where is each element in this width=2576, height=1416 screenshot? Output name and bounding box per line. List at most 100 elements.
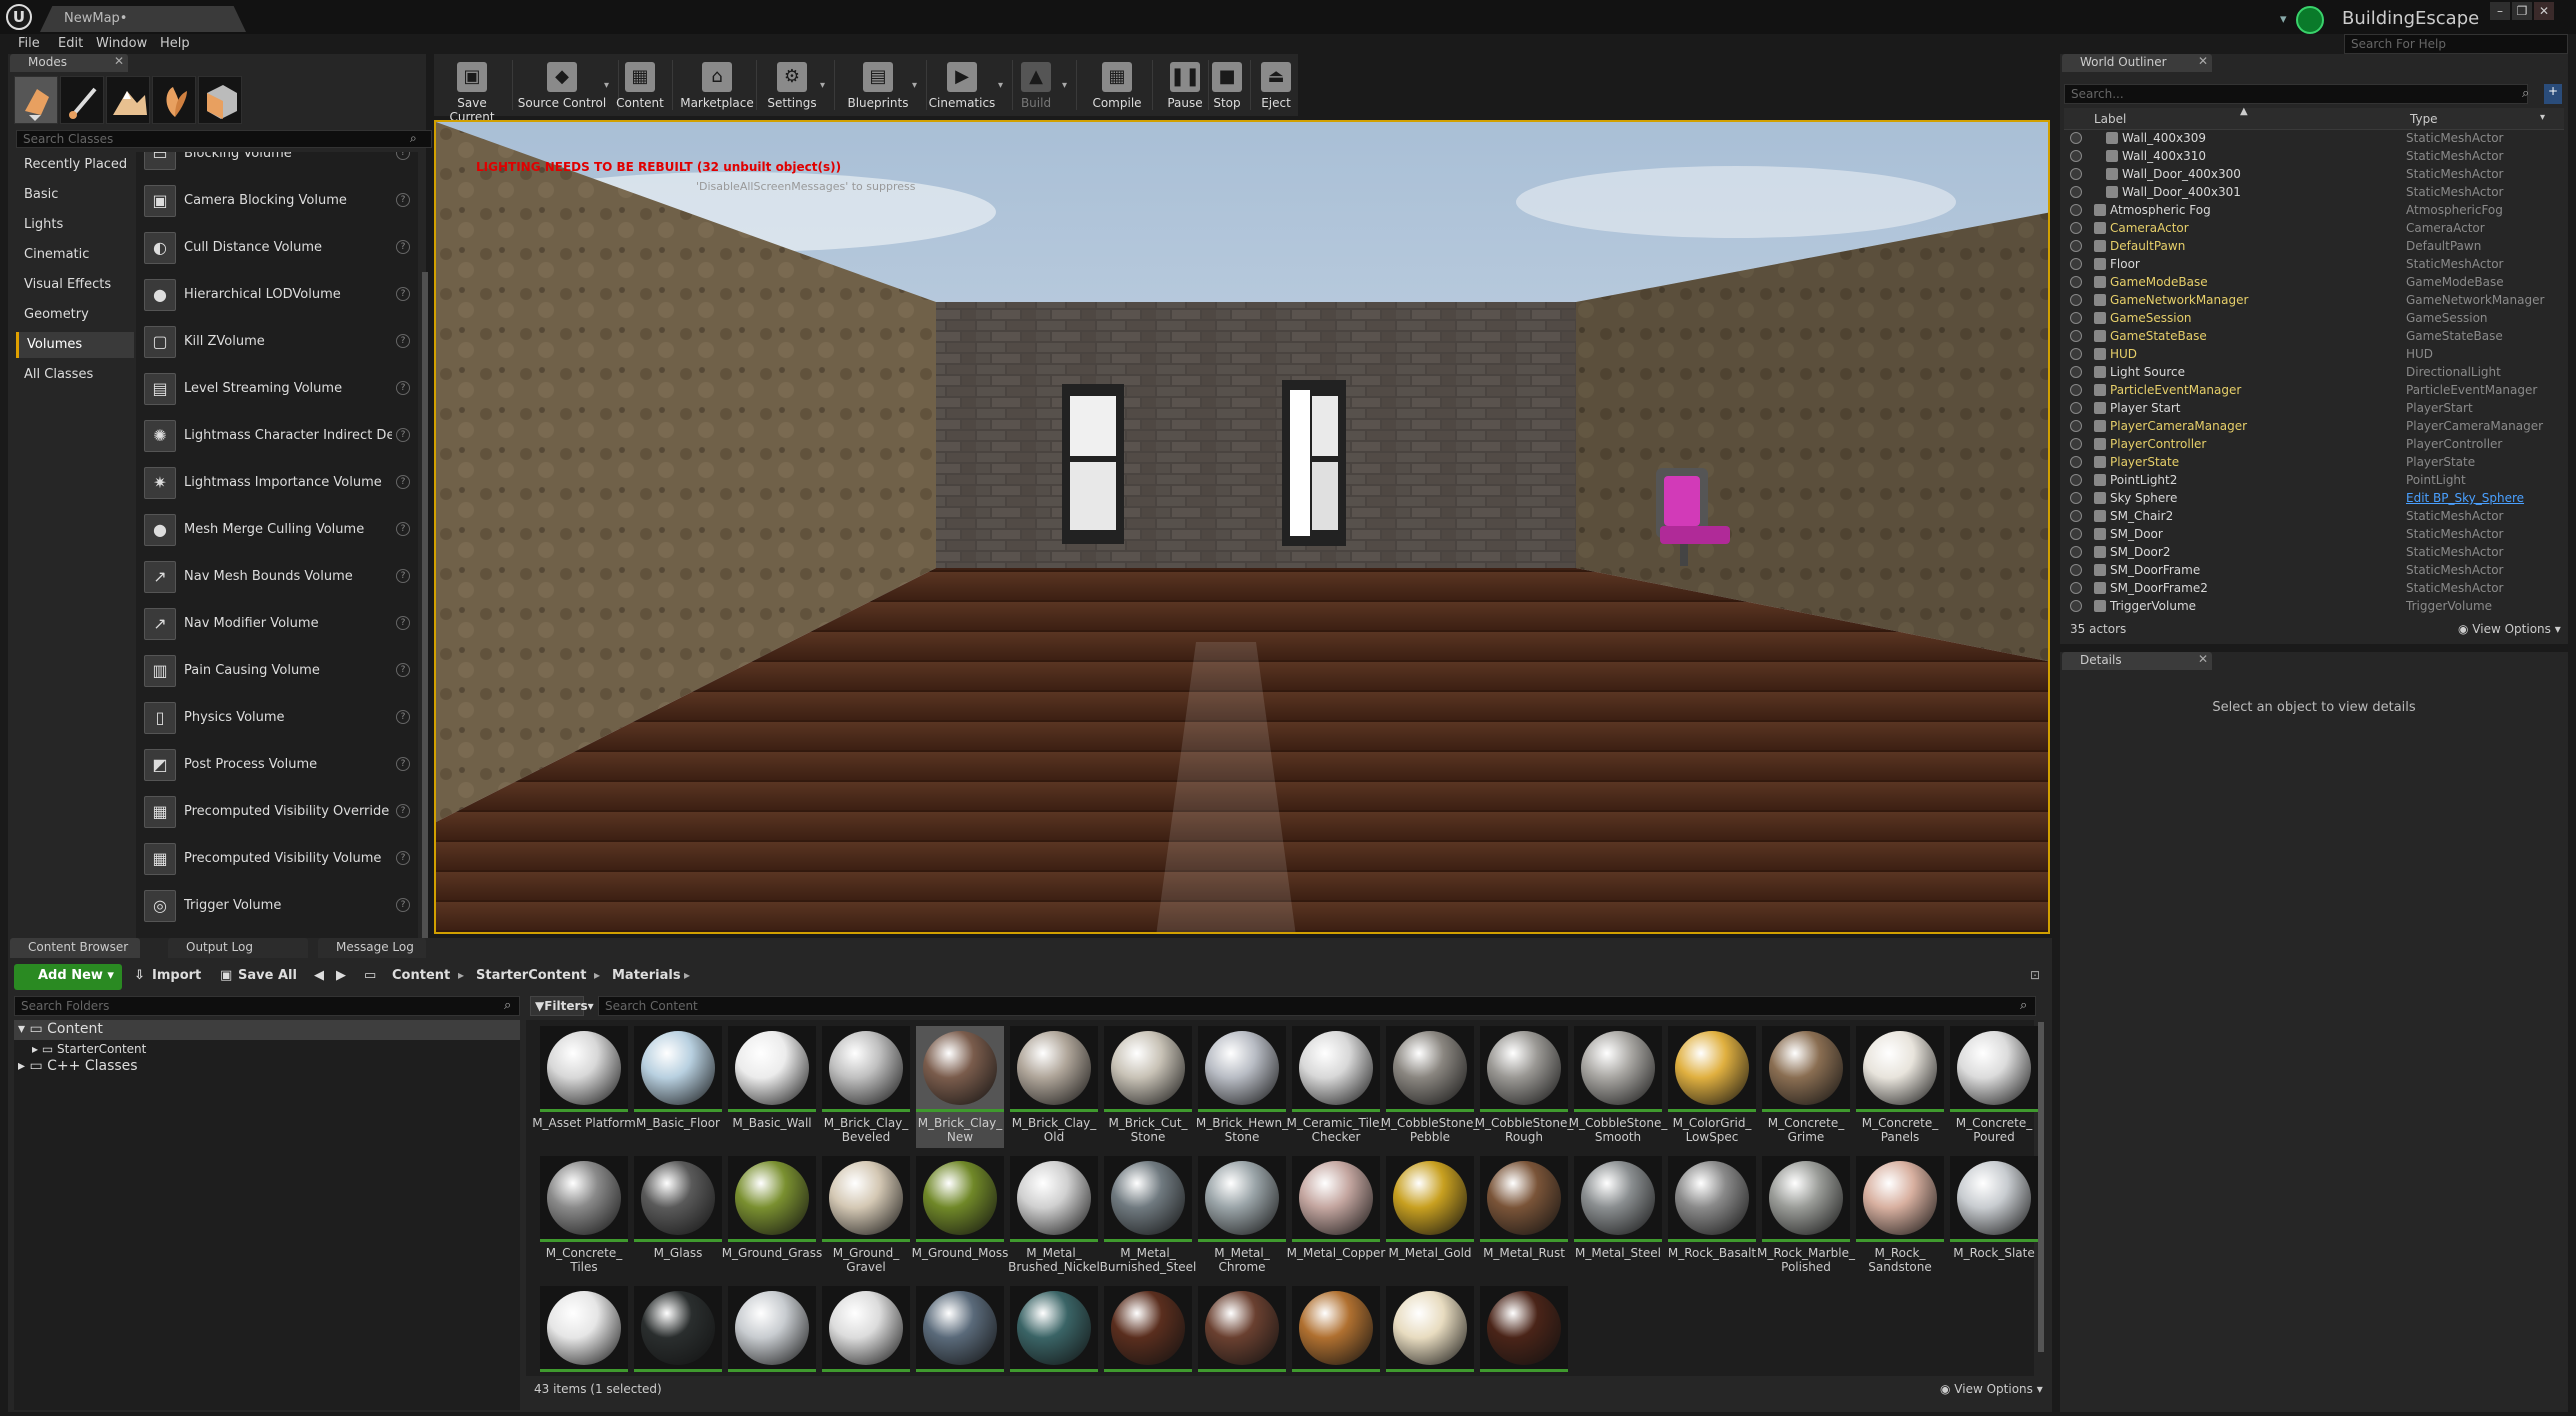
search-classes-input[interactable]: Search Classes [16,130,432,148]
asset-tile[interactable]: M_Asset Platform [532,1026,636,1148]
asset-tile[interactable]: M_Ground_Grass [722,1156,822,1278]
tree-item-content[interactable]: ▾ ▭ Content [18,1021,103,1037]
minimize-button[interactable]: – [2490,2,2510,20]
asset-tile[interactable]: M_CobbleStone_ Pebble [1381,1026,1479,1148]
search-folders-input[interactable]: Search Folders [14,996,520,1016]
asset-tile[interactable]: M_Concrete_ Poured [1950,1026,2038,1148]
menu-window[interactable]: Window [96,36,147,51]
outliner-row[interactable]: GameSession GameSession [2064,310,2554,328]
volume-item[interactable]: ● Hierarchical LODVolume? [136,269,418,315]
chevron-down-icon[interactable]: ▾ [820,80,825,91]
help-icon[interactable]: ? [396,381,410,395]
asset-tile[interactable]: M_Metal_Copper [1287,1156,1385,1278]
eject-button[interactable]: ⏏ Eject [1254,56,1298,114]
asset-tile[interactable]: M_ColorGrid_ LowSpec [1668,1026,1756,1148]
tab-modes[interactable]: Modes ✕ [10,54,128,72]
outliner-row[interactable]: Player Start PlayerStart [2064,400,2554,418]
outliner-row[interactable]: Light Source DirectionalLight [2064,364,2554,382]
close-button[interactable]: ✕ [2534,2,2554,20]
tab-world-outliner[interactable]: World Outliner ✕ [2062,54,2212,72]
chevron-down-icon[interactable]: ▾ [1062,80,1067,91]
chevron-down-icon[interactable]: ▾ [2540,112,2545,123]
help-icon[interactable]: ? [396,475,410,489]
volume-list-scrollbar[interactable] [422,272,428,982]
outliner-row[interactable]: TriggerVolume TriggerVolume [2064,598,2554,616]
compile-button[interactable]: ▦ Compile [1084,56,1150,114]
volume-item[interactable]: ▦ Precomputed Visibility Override Volume? [136,786,418,832]
visibility-eye-icon[interactable] [2070,438,2082,450]
help-icon[interactable]: ? [396,663,410,677]
volume-item[interactable]: ◐ Cull Distance Volume? [136,222,418,268]
back-arrow-icon[interactable]: ◀ [314,968,324,983]
volume-item[interactable]: ▢ Kill ZVolume? [136,316,418,362]
outliner-row[interactable]: Wall_Door_400x300 StaticMeshActor [2064,166,2554,184]
view-options-button[interactable]: ◉ View Options ▾ [2458,622,2561,636]
outliner-row[interactable]: Wall_400x309 StaticMeshActor [2064,130,2554,148]
maximize-button[interactable]: ❐ [2512,2,2532,20]
asset-tile[interactable]: M_Concrete_ Tiles [540,1156,628,1278]
close-icon[interactable]: ✕ [2198,652,2208,666]
asset-tile[interactable]: M_Brick_Hewn_ Stone [1196,1026,1288,1148]
asset-tile[interactable] [728,1286,816,1408]
outliner-row[interactable]: SM_Chair2 StaticMeshActor [2064,508,2554,526]
visibility-eye-icon[interactable] [2070,564,2082,576]
visibility-eye-icon[interactable] [2070,294,2082,306]
help-icon[interactable]: ? [396,240,410,254]
breadcrumb-separator[interactable]: ▸ [594,968,600,982]
asset-tile[interactable]: M_Rock_Slate [1950,1156,2038,1278]
place-mode-button[interactable] [14,76,58,124]
volume-item[interactable]: ● Mesh Merge Culling Volume? [136,504,418,550]
asset-tile[interactable]: M_Rock_Marble_ Polished [1757,1156,1855,1278]
actor-type[interactable]: Edit BP_Sky_Sphere [2406,491,2524,505]
visibility-eye-icon[interactable] [2070,492,2082,504]
outliner-row[interactable]: Wall_Door_400x301 StaticMeshActor [2064,184,2554,202]
outliner-row[interactable]: ParticleEventManager ParticleEventManager [2064,382,2554,400]
volume-item[interactable]: ▭ Blocking Volume? [136,152,418,174]
help-icon[interactable]: ? [396,152,410,160]
visibility-eye-icon[interactable] [2070,474,2082,486]
blueprints-button[interactable]: ▤ Blueprints [840,56,916,114]
import-button[interactable]: ⇩ Import [132,964,208,990]
visibility-eye-icon[interactable] [2070,600,2082,612]
add-new-button[interactable]: Add New ▾ [14,964,122,990]
help-icon[interactable]: ? [396,898,410,912]
category-item[interactable]: Volumes [16,332,134,358]
visibility-eye-icon[interactable] [2070,204,2082,216]
category-item[interactable]: Visual Effects [16,272,134,298]
help-icon[interactable]: ? [396,522,410,536]
volume-item[interactable]: ▯ Physics Volume? [136,692,418,738]
visibility-eye-icon[interactable] [2070,528,2082,540]
asset-tile[interactable] [1198,1286,1286,1408]
visibility-eye-icon[interactable] [2070,168,2082,180]
save-current-button[interactable]: ▣ Save Current [434,56,510,124]
save-all-button[interactable]: ▣ Save All [218,964,304,990]
visibility-eye-icon[interactable] [2070,222,2082,234]
landscape-mode-button[interactable] [106,76,150,124]
help-icon[interactable]: ? [396,569,410,583]
build-button[interactable]: ▲ Build [1006,56,1066,114]
asset-tile[interactable] [1010,1286,1098,1408]
filters-button[interactable]: ▼Filters▾ [530,996,594,1016]
volume-item[interactable]: ◎ Trigger Volume? [136,880,418,926]
asset-tile[interactable]: M_Metal_ Brushed_Nickel [1008,1156,1100,1278]
column-type[interactable]: Type [2410,112,2438,126]
visibility-eye-icon[interactable] [2070,582,2082,594]
outliner-row[interactable]: PlayerCameraManager PlayerCameraManager [2064,418,2554,436]
help-icon[interactable]: ? [396,851,410,865]
visibility-eye-icon[interactable] [2070,276,2082,288]
volume-item[interactable]: ✺ Lightmass Character Indirect Detail Vol… [136,410,418,456]
outliner-row[interactable]: Wall_400x310 StaticMeshActor [2064,148,2554,166]
category-item[interactable]: Lights [16,212,134,238]
visibility-eye-icon[interactable] [2070,312,2082,324]
menu-file[interactable]: File [18,36,40,51]
outliner-row[interactable]: HUD HUD [2064,346,2554,364]
asset-tile[interactable] [1386,1286,1474,1408]
help-icon[interactable]: ? [396,710,410,724]
search-content-input[interactable]: Search Content [598,996,2036,1016]
tree-item-startercontent[interactable]: ▸ ▭ StarterContent [32,1042,146,1056]
tab-content-browser[interactable]: Content Browser [10,938,140,958]
outliner-row[interactable]: GameModeBase GameModeBase [2064,274,2554,292]
asset-tile[interactable]: M_Metal_Gold [1386,1156,1474,1278]
chevron-down-icon[interactable]: ▾ [604,80,609,91]
settings-button[interactable]: ⚙ Settings [760,56,824,114]
